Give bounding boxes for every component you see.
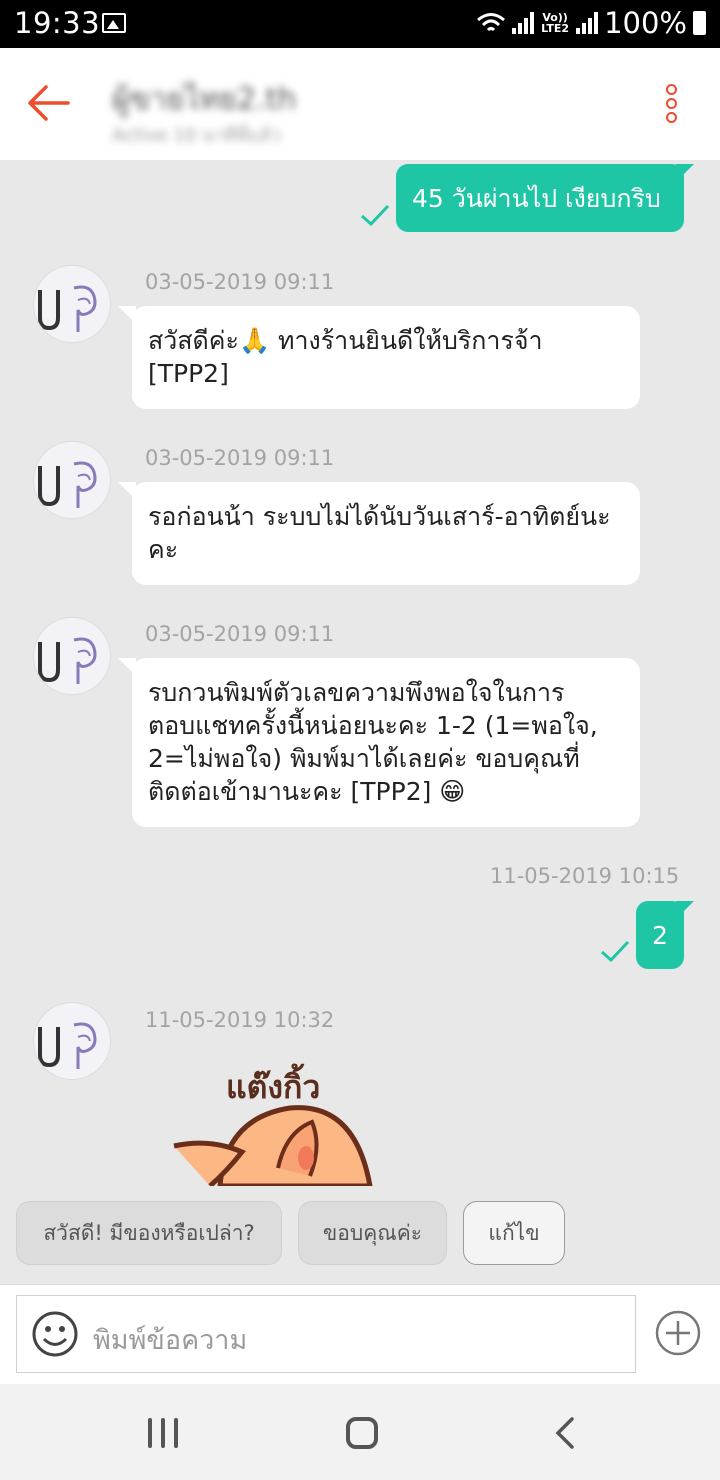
message-text: 2 [652, 921, 668, 950]
message-text-line: สวัสดีค่ะ🙏 ทางร้านยินดีให้บริการจ้า [148, 326, 543, 355]
message-timestamp: 03-05-2019 09:11 [145, 622, 335, 646]
chat-header: ผู้ขายไทย2.th Active 10 นาทีที่แล้ว [0, 48, 720, 160]
home-icon[interactable] [346, 1417, 378, 1449]
sticker-character-image[interactable] [170, 1102, 390, 1186]
signal-icon-2 [576, 12, 599, 34]
signal-icon [512, 12, 535, 34]
message-text-line: รบกวนพิมพ์ตัวเลขความพึงพอใจในการ [148, 678, 565, 707]
quick-reply-hello[interactable]: สวัสดี! มีของหรือเปล่า? [16, 1201, 282, 1265]
emoji-icon[interactable] [31, 1310, 79, 1358]
message-input[interactable]: พิมพ์ข้อความ [16, 1295, 636, 1373]
message-text-line: ติดต่อเข้ามานะคะ [TPP2] 😁 [148, 777, 466, 806]
battery-icon [693, 11, 706, 35]
recents-icon[interactable] [146, 1418, 180, 1448]
quick-replies: สวัสดี! มีของหรือเปล่า? ขอบคุณค่ะ แก้ไข [0, 1186, 720, 1284]
seller-avatar[interactable] [33, 617, 111, 695]
back-arrow-icon[interactable] [24, 78, 74, 128]
message-bubble-incoming[interactable]: รบกวนพิมพ์ตัวเลขความพึงพอใจในการ ตอบแชทค… [118, 658, 640, 827]
nav-back-icon[interactable] [552, 1416, 578, 1450]
network-label: Vo)) LTE2 [541, 11, 570, 35]
message-text-line: รอก่อนน้า ระบบไม่ได้นับวันเสาร์-อาทิตย์น… [148, 502, 611, 531]
chat-partner-status: Active 10 นาทีที่แล้ว [112, 125, 281, 146]
seller-logo-icon [38, 285, 97, 332]
system-nav-bar [0, 1384, 720, 1480]
input-placeholder: พิมพ์ข้อความ [93, 1325, 248, 1356]
message-text-line: [TPP2] [148, 359, 229, 388]
battery-level: 100% [604, 6, 687, 40]
message-text-line: 2=ไม่พอใจ) พิมพ์มาได้เลยค่ะ ขอบคุณที่ [148, 744, 580, 773]
seller-logo-icon [38, 461, 97, 508]
status-right: Vo)) LTE2 100% [476, 6, 706, 40]
seller-avatar[interactable] [33, 441, 111, 519]
image-notification-icon [102, 13, 126, 33]
seller-logo-icon [38, 637, 97, 684]
message-text-line: คะ [148, 535, 179, 564]
message-timestamp: 11-05-2019 10:15 [490, 864, 680, 888]
message-text: 45 วันผ่านไป เงียบกริบ [412, 184, 661, 213]
message-bubble-incoming[interactable]: รอก่อนน้า ระบบไม่ได้นับวันเสาร์-อาทิตย์น… [118, 482, 640, 585]
status-time: 19:33 [14, 6, 101, 40]
message-text-line: ตอบแชทครั้งนี้หน่อยนะคะ 1-2 (1=พอใจ, [148, 711, 598, 740]
message-timestamp: 11-05-2019 10:32 [145, 1008, 335, 1032]
seller-avatar[interactable] [33, 265, 111, 343]
message-input-bar: พิมพ์ข้อความ [0, 1284, 720, 1384]
more-options-icon[interactable] [666, 84, 680, 124]
message-timestamp: 03-05-2019 09:11 [145, 270, 335, 294]
message-bubble-outgoing[interactable]: 2 [636, 901, 694, 969]
message-bubble-outgoing[interactable]: 45 วันผ่านไป เงียบกริบ [396, 164, 694, 232]
sent-check-icon [601, 940, 630, 962]
chat-partner-name: ผู้ขายไทย2.th [112, 82, 297, 117]
add-attachment-icon[interactable] [654, 1309, 702, 1357]
message-timestamp: 03-05-2019 09:11 [145, 446, 335, 470]
quick-reply-thanks[interactable]: ขอบคุณค่ะ [298, 1201, 447, 1265]
sent-check-icon [361, 204, 390, 226]
seller-logo-icon [38, 1022, 97, 1069]
quick-reply-edit[interactable]: แก้ไข [463, 1201, 565, 1265]
seller-avatar[interactable] [33, 1002, 111, 1080]
chat-messages[interactable]: 45 วันผ่านไป เงียบกริบ 03-05-2019 09:11 … [0, 160, 720, 1186]
status-bar: 19:33 Vo)) LTE2 100% [0, 0, 720, 48]
message-bubble-incoming[interactable]: สวัสดีค่ะ🙏 ทางร้านยินดีให้บริการจ้า [TPP… [118, 306, 640, 409]
wifi-icon [477, 13, 506, 32]
